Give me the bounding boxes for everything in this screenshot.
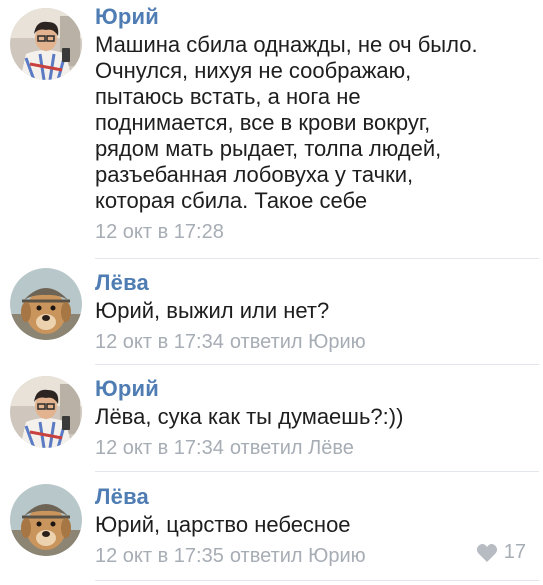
comment-author[interactable]: Лёва — [95, 270, 533, 296]
comment-text: Машина сбила однажды, не оч было. Очнулс… — [95, 32, 478, 213]
comment-reply-to[interactable]: ответил Юрию — [230, 331, 366, 353]
comment-content: Лёва Юрий, царство небесное 12 окт в 17:… — [95, 484, 533, 569]
comment-meta: 12 окт в 17:34 ответил Юрию — [95, 329, 533, 355]
comment-content: Лёва Юрий, выжил или нет? 12 окт в 17:34… — [95, 270, 533, 355]
comment-divider — [95, 258, 539, 259]
comment-author[interactable]: Юрий — [95, 376, 533, 402]
comment-time: 12 окт в 17:34 — [95, 331, 224, 353]
user-photo-avatar-icon — [10, 376, 82, 448]
comment-text: Юрий, выжил или нет? — [95, 298, 330, 323]
comment-reply-to[interactable]: ответил Юрию — [230, 545, 366, 567]
user-avatar-leva[interactable] — [10, 484, 82, 556]
comment-text: Лёва, сука как ты думаешь?:)) — [95, 404, 404, 429]
comment-divider — [95, 580, 539, 581]
comment-time: 12 окт в 17:35 — [95, 545, 224, 567]
user-avatar-yuriy[interactable] — [10, 376, 82, 448]
comment-meta: 12 окт в 17:35 ответил Юрию — [95, 543, 533, 569]
like-button[interactable]: 17 — [476, 541, 526, 564]
user-avatar-yuriy[interactable] — [10, 8, 82, 80]
like-count: 17 — [503, 541, 526, 563]
heart-icon — [476, 543, 497, 562]
comment-content: Юрий Машина сбила однажды, не оч было. О… — [95, 4, 533, 245]
user-avatar-leva[interactable] — [10, 268, 82, 340]
comment-time: 12 окт в 17:34 — [95, 437, 224, 459]
comment-author[interactable]: Лёва — [95, 484, 533, 510]
comments-thread: Юрий Машина сбила однажды, не оч было. О… — [0, 0, 543, 585]
comment-text: Юрий, царство небесное — [95, 512, 351, 537]
user-photo-avatar-icon — [10, 8, 82, 80]
comment-reply-to[interactable]: ответил Лёве — [230, 437, 354, 459]
dog-photo-avatar-icon — [10, 484, 82, 556]
comment-content: Юрий Лёва, сука как ты думаешь?:)) 12 ок… — [95, 376, 533, 461]
dog-photo-avatar-icon — [10, 268, 82, 340]
comment-time: 12 окт в 17:28 — [95, 221, 224, 243]
comment-divider — [95, 471, 539, 472]
comment-divider — [95, 364, 539, 365]
comment-meta: 12 окт в 17:34 ответил Лёве — [95, 435, 533, 461]
comment-author[interactable]: Юрий — [95, 4, 533, 30]
comment-meta: 12 окт в 17:28 — [95, 219, 533, 245]
